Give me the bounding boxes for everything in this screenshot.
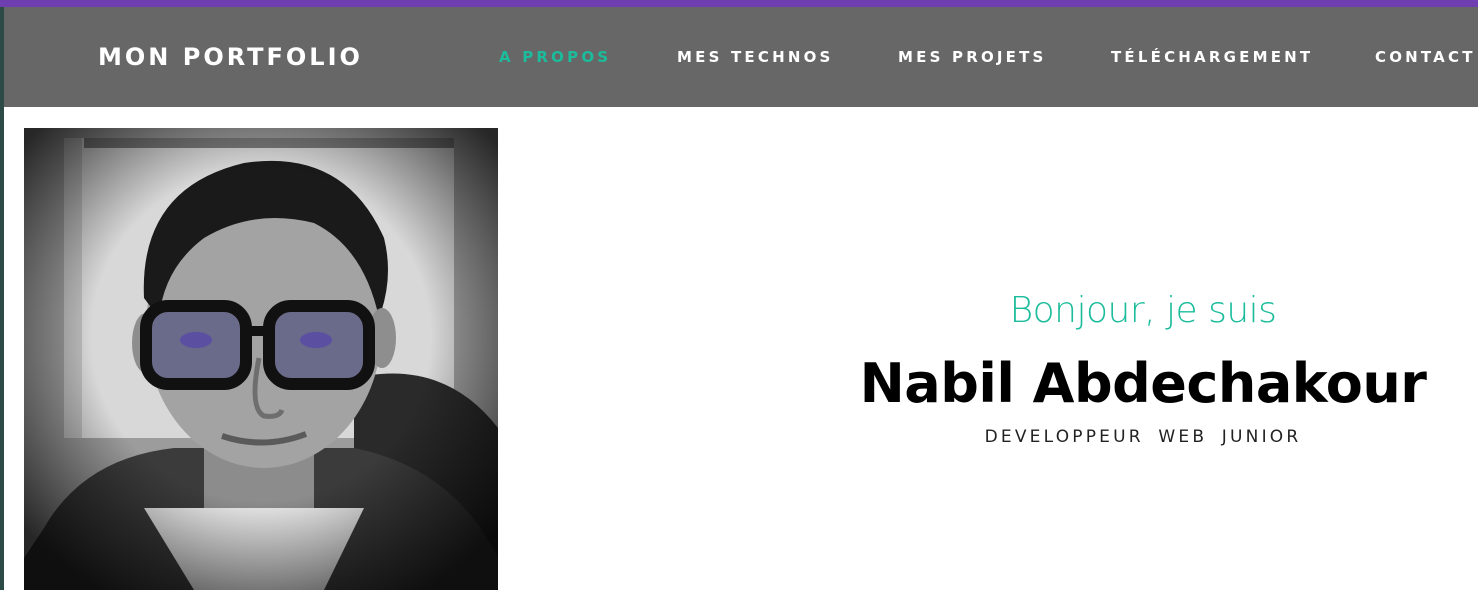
hero-role: DEVELOPPEUR WEB JUNIOR [984, 427, 1302, 447]
nav-item-contact[interactable]: CONTACT [1375, 48, 1476, 66]
nav-item-telechargement[interactable]: TÉLÉCHARGEMENT [1111, 48, 1313, 66]
page: MON PORTFOLIO A PROPOS MES TECHNOS MES P… [0, 0, 1478, 590]
profile-photo-illustration [24, 128, 498, 590]
nav-item-mes-technos[interactable]: MES TECHNOS [677, 48, 834, 66]
top-accent-bar [0, 0, 1478, 7]
brand-logo-link[interactable]: MON PORTFOLIO [98, 42, 363, 72]
hero-name: Nabil Abdechakour [859, 352, 1427, 415]
navbar: MON PORTFOLIO A PROPOS MES TECHNOS MES P… [4, 7, 1478, 107]
hero-greeting: Bonjour, je suis [1009, 290, 1277, 331]
nav-item-a-propos[interactable]: A PROPOS [499, 48, 611, 66]
hero-intro: Bonjour, je suis Nabil Abdechakour DEVEL… [808, 286, 1478, 448]
profile-photo [24, 128, 498, 590]
nav-item-mes-projets[interactable]: MES PROJETS [898, 48, 1047, 66]
